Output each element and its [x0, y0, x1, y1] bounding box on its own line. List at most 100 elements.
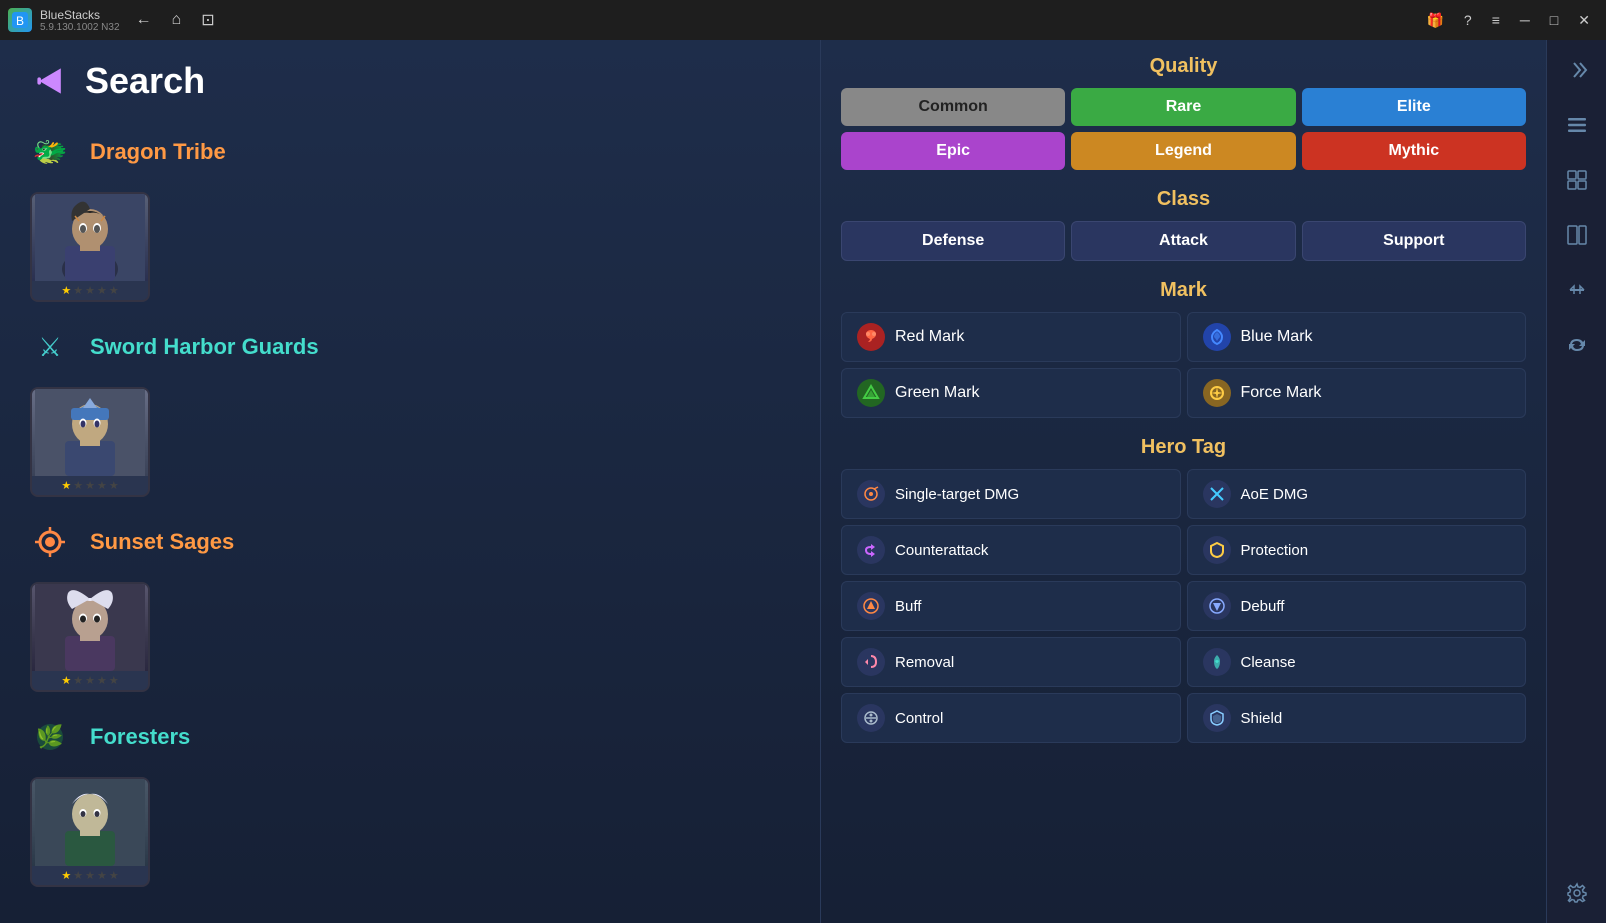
mark-blue-button[interactable]: Blue Mark	[1187, 312, 1527, 362]
buff-icon	[857, 592, 885, 620]
blue-mark-icon	[1203, 323, 1231, 351]
class-section: Class Defense Attack Support	[841, 188, 1526, 261]
faction-icon-dragon-tribe: 🐲	[30, 132, 70, 172]
quality-elite-button[interactable]: Elite	[1302, 88, 1526, 126]
tag-debuff-button[interactable]: Debuff	[1187, 581, 1527, 631]
counterattack-icon	[857, 536, 885, 564]
svg-text:⚔: ⚔	[38, 332, 61, 362]
close-button[interactable]: ✕	[1570, 8, 1598, 33]
class-title: Class	[841, 188, 1526, 211]
quality-rare-button[interactable]: Rare	[1071, 88, 1295, 126]
nav-tabs-button[interactable]: ⊡	[193, 6, 222, 34]
search-header: Search	[30, 60, 790, 102]
quality-common-button[interactable]: Common	[841, 88, 1065, 126]
mark-green-button[interactable]: Green Mark	[841, 368, 1181, 418]
tag-buff-button[interactable]: Buff	[841, 581, 1181, 631]
aoe-dmg-icon	[1203, 480, 1231, 508]
sidebar-settings-icon[interactable]	[1557, 105, 1597, 145]
left-panel: Search 🐲 Dragon Tribe	[0, 40, 820, 923]
quality-grid: Common Rare Elite Epic Legend Mythic	[841, 88, 1526, 170]
tag-cleanse-button[interactable]: Cleanse	[1187, 637, 1527, 687]
help-button[interactable]: ?	[1456, 8, 1480, 32]
tag-removal-button[interactable]: Removal	[841, 637, 1181, 687]
faction-name-sunset-sages: Sunset Sages	[90, 529, 234, 555]
faction-name-foresters: Foresters	[90, 724, 190, 750]
gift-button[interactable]: 🎁	[1418, 8, 1451, 33]
control-icon	[857, 704, 885, 732]
hero-stars-sword-harbor: ★ ★ ★ ★ ★	[61, 476, 118, 495]
shield-label: Shield	[1241, 710, 1283, 727]
quality-epic-button[interactable]: Epic	[841, 132, 1065, 170]
tag-shield-button[interactable]: Shield	[1187, 693, 1527, 743]
protection-label: Protection	[1241, 542, 1309, 559]
maximize-button[interactable]: □	[1542, 8, 1566, 32]
menu-button[interactable]: ≡	[1484, 8, 1508, 32]
force-mark-label: Force Mark	[1241, 384, 1322, 402]
filter-panel: Quality Common Rare Elite Epic Legend My…	[820, 40, 1546, 923]
hero-card-foresters[interactable]: ★ ★ ★ ★ ★	[30, 777, 150, 887]
sidebar-arrows-icon[interactable]	[1557, 270, 1597, 310]
sidebar-panel-icon[interactable]	[1557, 215, 1597, 255]
faction-group-sword-harbor: ⚔ Sword Harbor Guards	[30, 327, 790, 497]
title-bar: B BlueStacks 5.9.130.1002 N32 ← ⌂ ⊡ 🎁 ? …	[0, 0, 1606, 40]
cleanse-label: Cleanse	[1241, 654, 1296, 671]
control-label: Control	[895, 710, 943, 727]
mark-force-button[interactable]: Force Mark	[1187, 368, 1527, 418]
counterattack-label: Counterattack	[895, 542, 988, 559]
debuff-label: Debuff	[1241, 598, 1285, 615]
class-grid: Defense Attack Support	[841, 221, 1526, 261]
faction-group-sunset-sages: Sunset Sages	[30, 522, 790, 692]
single-target-icon	[857, 480, 885, 508]
single-target-label: Single-target DMG	[895, 486, 1019, 503]
right-sidebar	[1546, 40, 1606, 923]
faction-group-foresters: 🌿 Foresters	[30, 717, 790, 887]
hero-card-dragon-tribe[interactable]: ★ ★ ★ ★ ★	[30, 192, 150, 302]
sidebar-grid-icon[interactable]	[1557, 160, 1597, 200]
svg-text:🌿: 🌿	[36, 724, 63, 749]
sidebar-gear-icon[interactable]	[1557, 873, 1597, 913]
shield-icon	[1203, 704, 1231, 732]
removal-label: Removal	[895, 654, 954, 671]
hero-stars-dragon-tribe: ★ ★ ★ ★ ★	[61, 281, 118, 300]
back-arrow-button[interactable]	[30, 61, 70, 101]
quality-legend-button[interactable]: Legend	[1071, 132, 1295, 170]
page-title: Search	[85, 60, 205, 102]
tag-control-button[interactable]: Control	[841, 693, 1181, 743]
sidebar-expand-icon[interactable]	[1557, 50, 1597, 90]
app-version: 5.9.130.1002 N32	[40, 22, 120, 33]
quality-mythic-button[interactable]: Mythic	[1302, 132, 1526, 170]
class-attack-button[interactable]: Attack	[1071, 221, 1295, 261]
debuff-icon	[1203, 592, 1231, 620]
svg-text:B: B	[16, 14, 24, 28]
hero-tag-title: Hero Tag	[841, 436, 1526, 459]
mark-grid: Red Mark Blue Mark Green Mark	[841, 312, 1526, 418]
tag-counterattack-button[interactable]: Counterattack	[841, 525, 1181, 575]
nav-back-button[interactable]: ←	[128, 6, 160, 34]
nav-home-button[interactable]: ⌂	[164, 6, 190, 34]
class-defense-button[interactable]: Defense	[841, 221, 1065, 261]
red-mark-label: Red Mark	[895, 328, 964, 346]
faction-icon-sunset-sages	[30, 522, 70, 562]
tag-grid: Single-target DMG AoE DMG Counterattack	[841, 469, 1526, 743]
faction-name-sword-harbor: Sword Harbor Guards	[90, 334, 319, 360]
hero-stars-sunset-sages: ★ ★ ★ ★ ★	[61, 671, 118, 690]
tag-protection-button[interactable]: Protection	[1187, 525, 1527, 575]
hero-card-sunset-sages[interactable]: ★ ★ ★ ★ ★	[30, 582, 150, 692]
class-support-button[interactable]: Support	[1302, 221, 1526, 261]
sidebar-refresh-icon[interactable]	[1557, 325, 1597, 365]
force-mark-icon	[1203, 379, 1231, 407]
hero-tag-section: Hero Tag Single-target DMG AoE DMG	[841, 436, 1526, 743]
tag-aoe-dmg-button[interactable]: AoE DMG	[1187, 469, 1527, 519]
protection-icon	[1203, 536, 1231, 564]
minimize-button[interactable]: ─	[1512, 8, 1538, 32]
red-mark-icon	[857, 323, 885, 351]
tag-single-target-button[interactable]: Single-target DMG	[841, 469, 1181, 519]
faction-icon-foresters: 🌿	[30, 717, 70, 757]
svg-text:🐲: 🐲	[33, 136, 68, 167]
app-icon: B	[8, 8, 32, 32]
mark-section: Mark Red Mark Blue Mark	[841, 279, 1526, 418]
hero-card-sword-harbor[interactable]: ★ ★ ★ ★ ★	[30, 387, 150, 497]
main-content: Search 🐲 Dragon Tribe	[0, 40, 1606, 923]
green-mark-label: Green Mark	[895, 384, 979, 402]
mark-red-button[interactable]: Red Mark	[841, 312, 1181, 362]
